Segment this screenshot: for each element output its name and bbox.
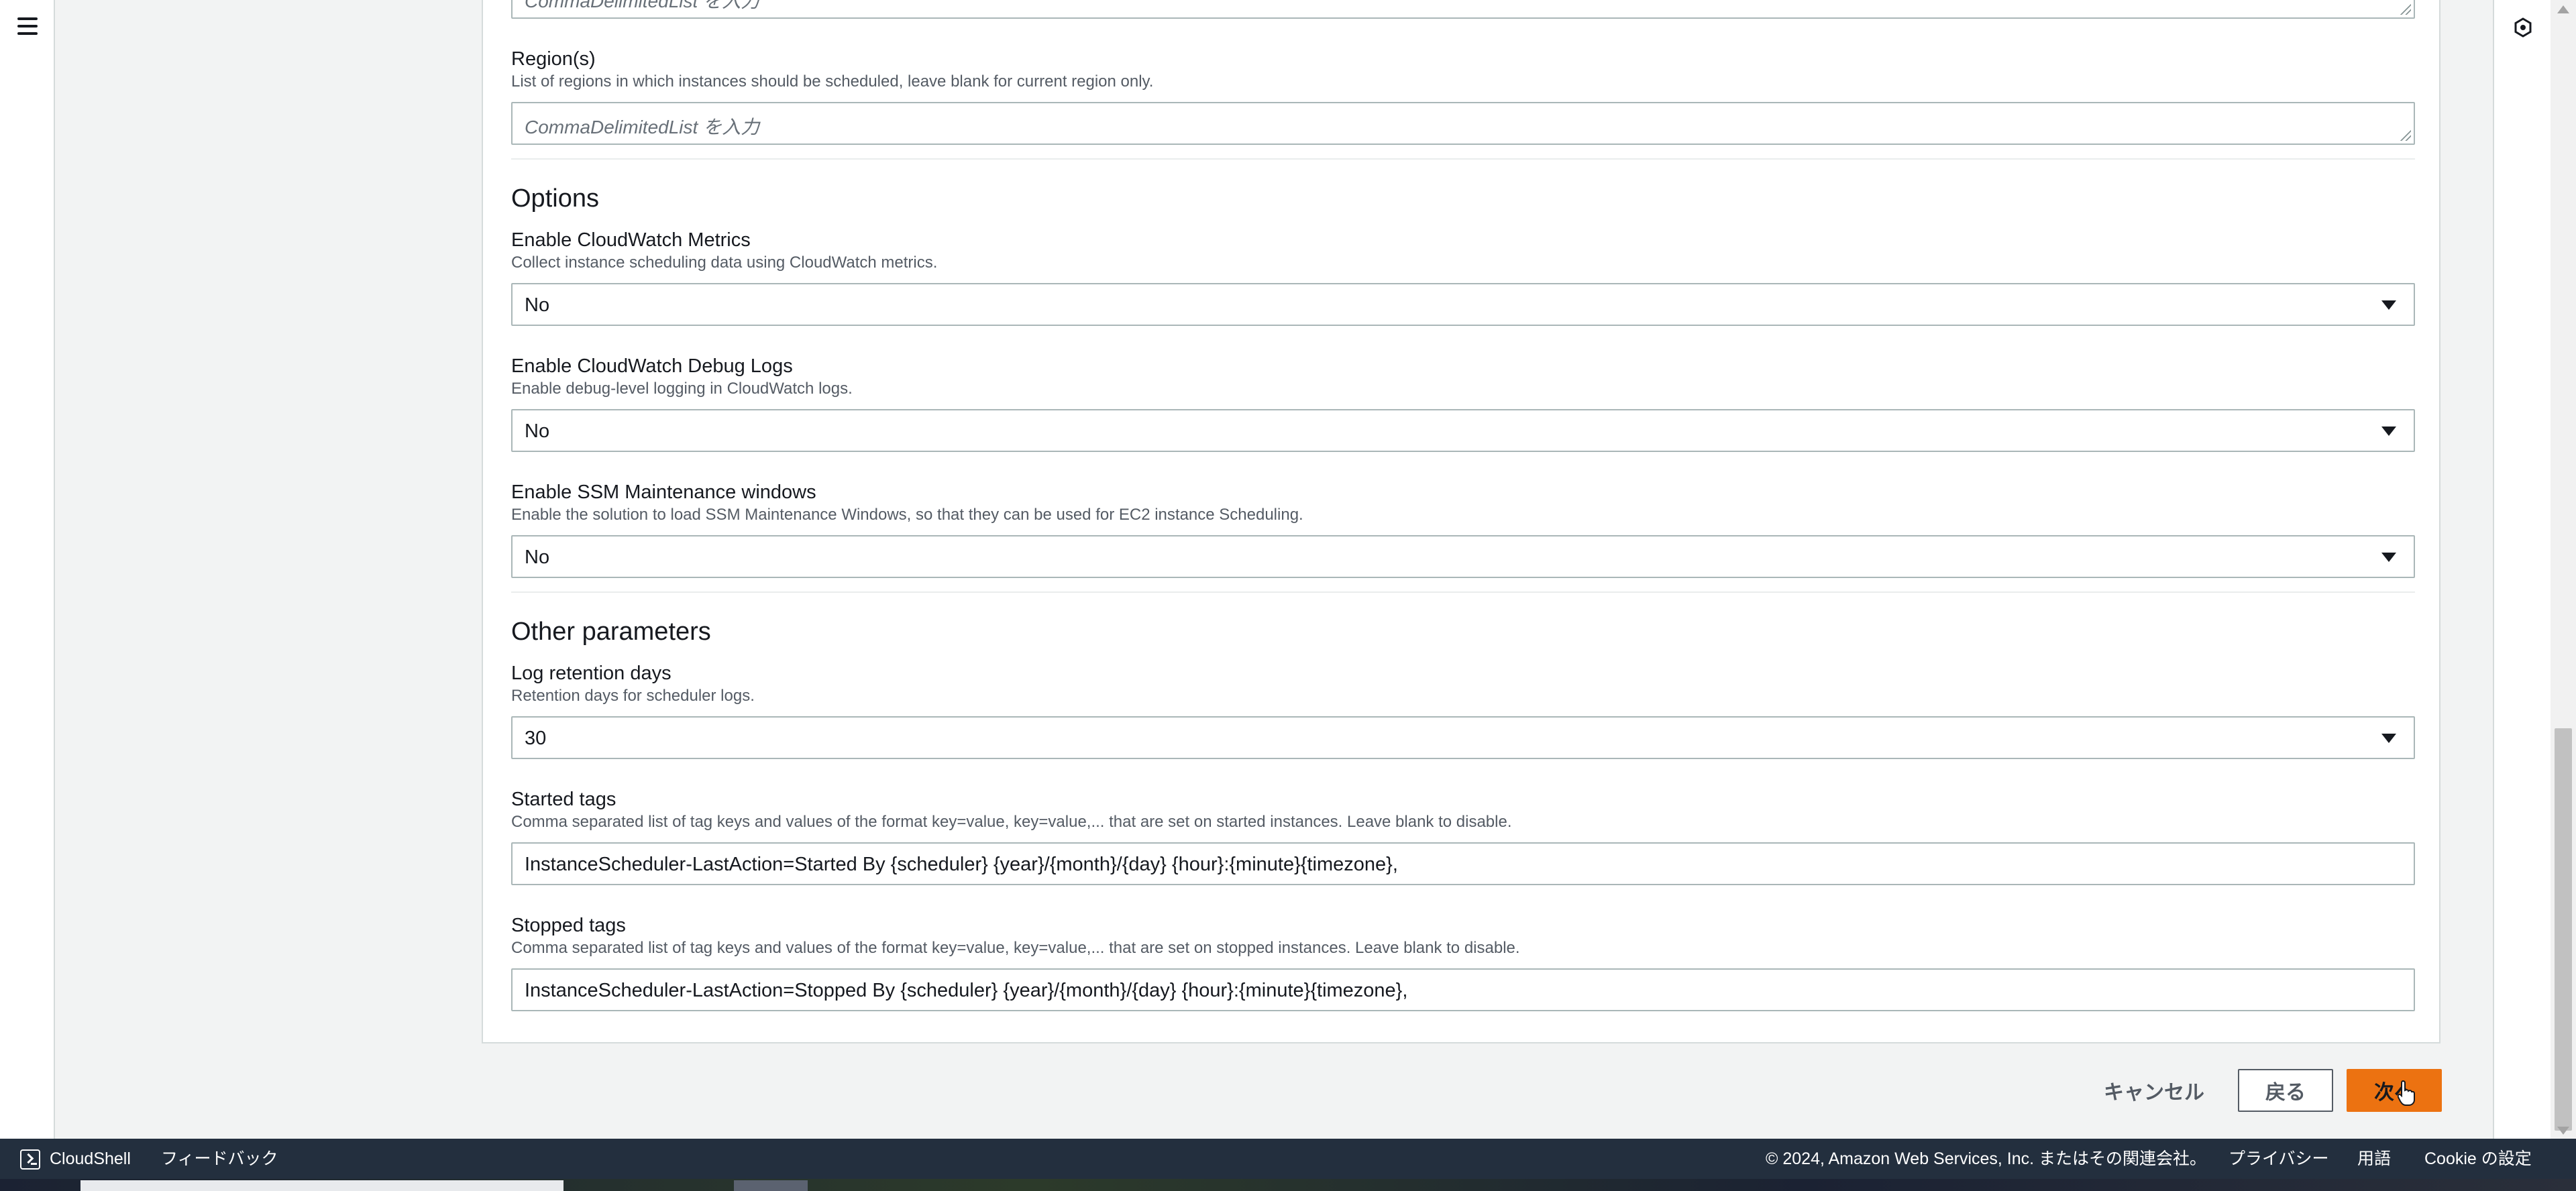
left-nav-rail	[0, 0, 55, 1139]
regions-label: Region(s)	[511, 48, 596, 70]
debug-logs-description: Enable debug-level logging in CloudWatch…	[511, 380, 853, 398]
previous-list-placeholder: CommaDelimitedList を入力	[525, 0, 760, 11]
menu-icon-bar	[17, 25, 38, 27]
section-divider	[511, 158, 2415, 160]
debug-logs-value: No	[525, 420, 550, 442]
taskbar-window[interactable]	[80, 1180, 564, 1191]
menu-icon[interactable]	[17, 17, 38, 35]
stopped-tags-field: Stopped tags Comma separated list of tag…	[511, 913, 2415, 959]
resize-handle-icon[interactable]	[2399, 3, 2411, 15]
stopped-tags-description: Comma separated list of tag keys and val…	[511, 939, 1520, 957]
cloudshell-icon[interactable]	[20, 1149, 40, 1170]
regions-field: Region(s) List of regions in which insta…	[511, 47, 2415, 93]
log-retention-value: 30	[525, 728, 547, 749]
caret-down-icon	[2381, 427, 2396, 436]
started-tags-description: Comma separated list of tag keys and val…	[511, 813, 1512, 831]
os-taskbar	[0, 1179, 2576, 1191]
started-tags-value: InstanceScheduler-LastAction=Started By …	[525, 854, 1398, 875]
started-tags-label: Started tags	[511, 789, 616, 810]
cancel-button[interactable]: キャンセル	[2090, 1069, 2218, 1112]
hand-cursor-icon	[2398, 1080, 2415, 1106]
previous-list-textarea[interactable]: CommaDelimitedList を入力	[511, 0, 2415, 19]
regions-description: List of regions in which instances shoul…	[511, 72, 1154, 91]
started-tags-field: Started tags Comma separated list of tag…	[511, 787, 2415, 833]
cloudwatch-metrics-value: No	[525, 294, 550, 316]
ssm-windows-description: Enable the solution to load SSM Maintena…	[511, 506, 1303, 524]
cloudwatch-metrics-select[interactable]: No	[511, 283, 2415, 326]
ssm-windows-field: Enable SSM Maintenance windows Enable th…	[511, 480, 2415, 526]
debug-logs-label: Enable CloudWatch Debug Logs	[511, 355, 793, 377]
log-retention-label: Log retention days	[511, 663, 672, 684]
back-button[interactable]: 戻る	[2238, 1069, 2333, 1112]
section-divider	[511, 591, 2415, 593]
console-footer: CloudShell フィードバック © 2024, Amazon Web Se…	[0, 1139, 2576, 1179]
log-retention-description: Retention days for scheduler logs.	[511, 687, 755, 705]
regions-placeholder: CommaDelimitedList を入力	[525, 117, 760, 137]
terms-link[interactable]: 用語	[2357, 1148, 2391, 1170]
menu-icon-bar	[17, 32, 38, 35]
parameters-panel: CommaDelimitedList を入力 Region(s) List of…	[482, 0, 2440, 1043]
info-panel-icon[interactable]	[2513, 17, 2533, 38]
scroll-thumb[interactable]	[2555, 728, 2572, 1131]
feedback-link[interactable]: フィードバック	[161, 1148, 278, 1170]
next-button[interactable]: 次へ	[2347, 1069, 2442, 1112]
tools-rail	[2493, 0, 2551, 1139]
scroll-up-icon[interactable]	[2557, 5, 2569, 13]
stopped-tags-label: Stopped tags	[511, 915, 626, 936]
ssm-windows-value: No	[525, 547, 550, 568]
privacy-link[interactable]: プライバシー	[2229, 1148, 2329, 1170]
caret-down-icon	[2381, 734, 2396, 743]
ssm-windows-label: Enable SSM Maintenance windows	[511, 481, 816, 503]
scroll-down-icon[interactable]	[2557, 1127, 2569, 1135]
log-retention-field: Log retention days Retention days for sc…	[511, 661, 2415, 707]
menu-icon-bar	[17, 17, 38, 20]
regions-textarea[interactable]: CommaDelimitedList を入力	[511, 102, 2415, 145]
other-parameters-section-title: Other parameters	[511, 618, 711, 646]
cloudshell-link[interactable]: CloudShell	[50, 1148, 131, 1170]
debug-logs-select[interactable]: No	[511, 409, 2415, 452]
copyright-text: © 2024, Amazon Web Services, Inc. またはその関…	[1766, 1149, 2207, 1168]
stopped-tags-value: InstanceScheduler-LastAction=Stopped By …	[525, 980, 1408, 1001]
cloudwatch-metrics-description: Collect instance scheduling data using C…	[511, 253, 938, 272]
ssm-windows-select[interactable]: No	[511, 535, 2415, 578]
caret-down-icon	[2381, 553, 2396, 562]
log-retention-select[interactable]: 30	[511, 716, 2415, 759]
debug-logs-field: Enable CloudWatch Debug Logs Enable debu…	[511, 354, 2415, 400]
caret-down-icon	[2381, 300, 2396, 310]
page-scrollbar[interactable]	[2551, 0, 2576, 1139]
stopped-tags-input[interactable]: InstanceScheduler-LastAction=Stopped By …	[511, 968, 2415, 1011]
cloudwatch-metrics-field: Enable CloudWatch Metrics Collect instan…	[511, 228, 2415, 274]
resize-handle-icon[interactable]	[2399, 129, 2411, 141]
options-section-title: Options	[511, 184, 599, 213]
cloudwatch-metrics-label: Enable CloudWatch Metrics	[511, 229, 751, 251]
taskbar-window[interactable]	[734, 1180, 808, 1191]
started-tags-input[interactable]: InstanceScheduler-LastAction=Started By …	[511, 842, 2415, 885]
cookie-settings-link[interactable]: Cookie の設定	[2424, 1148, 2532, 1170]
